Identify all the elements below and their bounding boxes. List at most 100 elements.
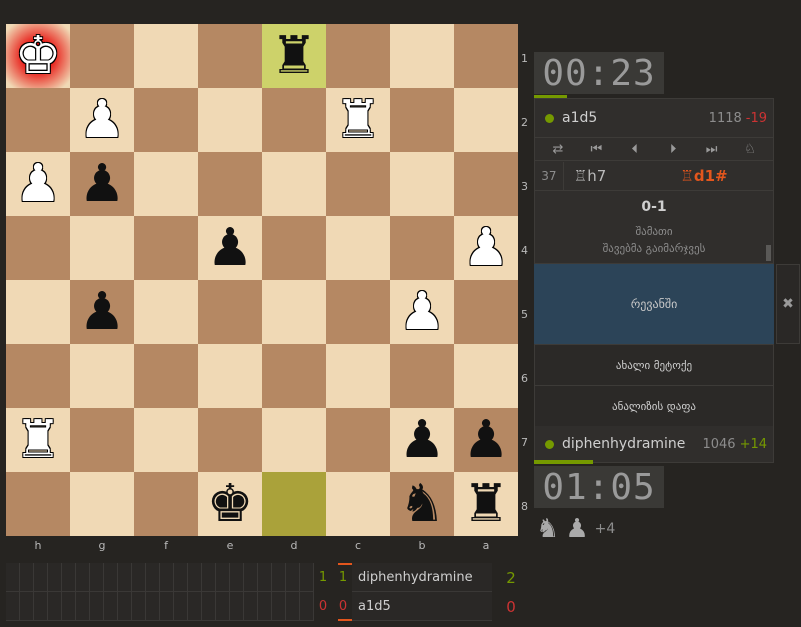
black-knight-icon[interactable]: ♞ xyxy=(399,478,446,530)
square-c3[interactable] xyxy=(326,152,390,216)
black-rook-icon[interactable]: ♜ xyxy=(271,30,318,82)
square-f4[interactable] xyxy=(134,216,198,280)
first-move-icon[interactable]: ⏮ xyxy=(581,142,611,157)
square-a8[interactable]: ♜ xyxy=(454,472,518,536)
white-pawn-icon[interactable]: ♟ xyxy=(463,222,510,274)
square-g8[interactable] xyxy=(70,472,134,536)
crosstable-player-name[interactable]: a1d5 xyxy=(352,592,492,621)
square-h1[interactable]: ♚ xyxy=(6,24,70,88)
square-c8[interactable] xyxy=(326,472,390,536)
white-pawn-icon[interactable]: ♟ xyxy=(399,286,446,338)
prev-move-icon[interactable]: ⏴ xyxy=(620,142,650,157)
opponent-row[interactable]: a1d5 1118 -19 xyxy=(535,99,773,137)
square-g3[interactable]: ♟ xyxy=(70,152,134,216)
square-a5[interactable] xyxy=(454,280,518,344)
square-e6[interactable] xyxy=(198,344,262,408)
player-name[interactable]: diphenhydramine xyxy=(562,436,702,452)
square-d6[interactable] xyxy=(262,344,326,408)
crosstable-game-score[interactable]: 1 xyxy=(316,563,330,592)
square-g2[interactable]: ♟ xyxy=(70,88,134,152)
square-f5[interactable] xyxy=(134,280,198,344)
square-e7[interactable] xyxy=(198,408,262,472)
square-b3[interactable] xyxy=(390,152,454,216)
square-a3[interactable] xyxy=(454,152,518,216)
white-pawn-icon[interactable]: ♟ xyxy=(15,158,62,210)
white-move[interactable]: ♖h7 xyxy=(564,167,667,185)
square-h3[interactable]: ♟ xyxy=(6,152,70,216)
square-d5[interactable] xyxy=(262,280,326,344)
square-g6[interactable] xyxy=(70,344,134,408)
square-h6[interactable] xyxy=(6,344,70,408)
square-h5[interactable] xyxy=(6,280,70,344)
square-h8[interactable] xyxy=(6,472,70,536)
square-a6[interactable] xyxy=(454,344,518,408)
square-c2[interactable]: ♜ xyxy=(326,88,390,152)
crosstable-game-score[interactable]: 1 xyxy=(336,563,350,592)
white-rook-icon[interactable]: ♜ xyxy=(335,94,382,146)
square-h2[interactable] xyxy=(6,88,70,152)
last-move-icon[interactable]: ⏭ xyxy=(697,142,727,157)
white-pawn-icon[interactable]: ♟ xyxy=(79,94,126,146)
close-rematch-icon[interactable]: ✖ xyxy=(776,264,800,344)
square-f8[interactable] xyxy=(134,472,198,536)
white-king-icon[interactable]: ♚ xyxy=(15,30,62,82)
square-d7[interactable] xyxy=(262,408,326,472)
black-pawn-icon[interactable]: ♟ xyxy=(463,414,510,466)
player-row[interactable]: diphenhydramine 1046 +14 xyxy=(535,425,773,463)
square-b1[interactable] xyxy=(390,24,454,88)
crosstable-game-score[interactable]: 0 xyxy=(316,592,330,621)
square-b5[interactable]: ♟ xyxy=(390,280,454,344)
square-c4[interactable] xyxy=(326,216,390,280)
square-h4[interactable] xyxy=(6,216,70,280)
black-pawn-icon[interactable]: ♟ xyxy=(79,158,126,210)
square-f2[interactable] xyxy=(134,88,198,152)
rematch-button[interactable]: რევანში xyxy=(534,263,774,344)
black-rook-icon[interactable]: ♜ xyxy=(463,478,510,530)
square-f3[interactable] xyxy=(134,152,198,216)
square-f1[interactable] xyxy=(134,24,198,88)
square-e3[interactable] xyxy=(198,152,262,216)
square-c1[interactable] xyxy=(326,24,390,88)
black-pawn-icon[interactable]: ♟ xyxy=(399,414,446,466)
analysis-icon[interactable]: ♘ xyxy=(735,142,765,157)
white-rook-icon[interactable]: ♜ xyxy=(15,414,62,466)
crosstable-game-score[interactable]: 0 xyxy=(336,592,350,621)
square-c7[interactable] xyxy=(326,408,390,472)
square-g5[interactable]: ♟ xyxy=(70,280,134,344)
crosstable-player-name[interactable]: diphenhydramine xyxy=(352,563,492,592)
square-c6[interactable] xyxy=(326,344,390,408)
square-a2[interactable] xyxy=(454,88,518,152)
square-h7[interactable]: ♜ xyxy=(6,408,70,472)
square-e5[interactable] xyxy=(198,280,262,344)
square-f6[interactable] xyxy=(134,344,198,408)
black-pawn-icon[interactable]: ♟ xyxy=(207,222,254,274)
square-a1[interactable] xyxy=(454,24,518,88)
square-e8[interactable]: ♚ xyxy=(198,472,262,536)
square-a4[interactable]: ♟ xyxy=(454,216,518,280)
move-list-scrollbar[interactable] xyxy=(766,245,771,261)
square-e1[interactable] xyxy=(198,24,262,88)
black-move[interactable]: ♖d1# xyxy=(666,167,773,185)
black-pawn-icon[interactable]: ♟ xyxy=(79,286,126,338)
square-g1[interactable] xyxy=(70,24,134,88)
flip-board-icon[interactable]: ⇄ xyxy=(543,142,573,157)
square-b6[interactable] xyxy=(390,344,454,408)
chess-board[interactable]: ♚ ♜ ♟ ♜ ♟ ♟ ♟ ♟ ♟ ♟ ♜ ♟ ♟ ♚ ♞ ♜ xyxy=(6,24,518,536)
square-b8[interactable]: ♞ xyxy=(390,472,454,536)
analysis-board-button[interactable]: ანალიზის დაფა xyxy=(535,385,773,426)
square-e4[interactable]: ♟ xyxy=(198,216,262,280)
opponent-name[interactable]: a1d5 xyxy=(562,110,709,126)
square-b2[interactable] xyxy=(390,88,454,152)
square-e2[interactable] xyxy=(198,88,262,152)
square-c5[interactable] xyxy=(326,280,390,344)
black-king-icon[interactable]: ♚ xyxy=(207,478,254,530)
square-g4[interactable] xyxy=(70,216,134,280)
square-d4[interactable] xyxy=(262,216,326,280)
square-b4[interactable] xyxy=(390,216,454,280)
square-d3[interactable] xyxy=(262,152,326,216)
square-d1[interactable]: ♜ xyxy=(262,24,326,88)
square-f7[interactable] xyxy=(134,408,198,472)
square-b7[interactable]: ♟ xyxy=(390,408,454,472)
square-a7[interactable]: ♟ xyxy=(454,408,518,472)
new-opponent-button[interactable]: ახალი მეტოქე xyxy=(535,344,773,385)
